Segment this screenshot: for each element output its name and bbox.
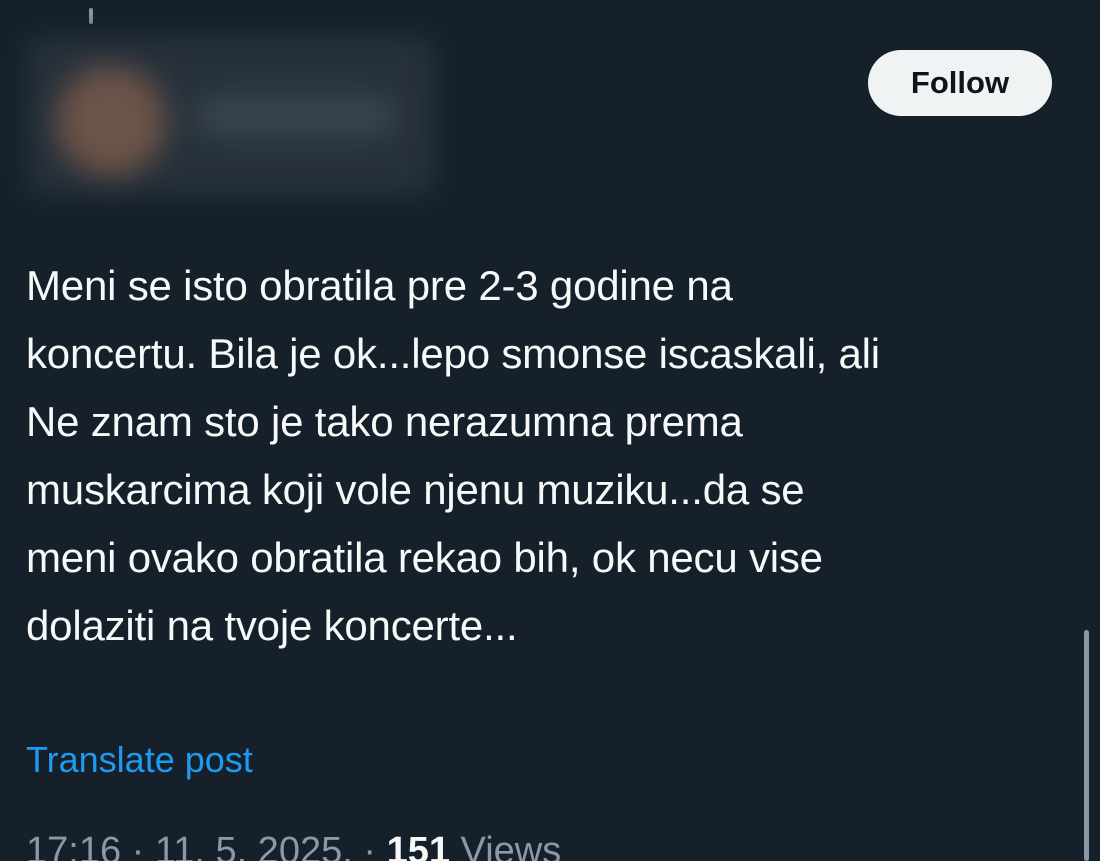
thread-connector-line — [89, 8, 93, 24]
meta-separator: · — [131, 830, 155, 861]
views-label: Views — [460, 830, 562, 861]
avatar — [56, 66, 166, 176]
author-name-redacted — [196, 96, 396, 136]
scrollbar[interactable] — [1084, 630, 1089, 861]
author-header-blurred — [16, 26, 448, 206]
views-count: 151 — [386, 830, 450, 861]
post-text: Meni se isto obratila pre 2-3 godine na … — [26, 262, 880, 649]
meta-separator-2: · — [363, 830, 387, 861]
post-time[interactable]: 17:16 — [26, 830, 121, 861]
post-date[interactable]: 11. 5. 2025. — [155, 830, 353, 861]
translate-post-link[interactable]: Translate post — [26, 735, 253, 785]
follow-button[interactable]: Follow — [868, 50, 1052, 116]
post-meta: 17:16 · 11. 5. 2025. · 151 Views — [26, 826, 561, 861]
